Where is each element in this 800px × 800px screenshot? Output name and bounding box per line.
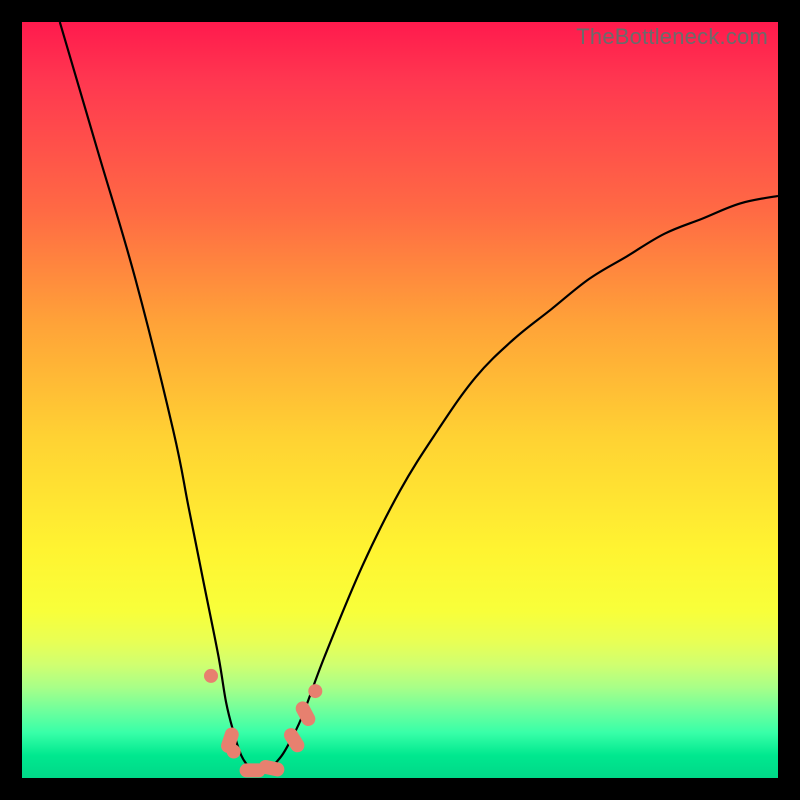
bottleneck-curve-svg — [22, 22, 778, 778]
curve-markers — [204, 669, 322, 778]
curve-marker-dot — [227, 745, 241, 759]
bottleneck-curve-path — [60, 22, 778, 771]
curve-marker-pill — [293, 699, 318, 729]
curve-marker-dot — [308, 684, 322, 698]
curve-marker-dot — [204, 669, 218, 683]
chart-area: TheBottleneck.com — [22, 22, 778, 778]
watermark-text: TheBottleneck.com — [576, 24, 768, 50]
